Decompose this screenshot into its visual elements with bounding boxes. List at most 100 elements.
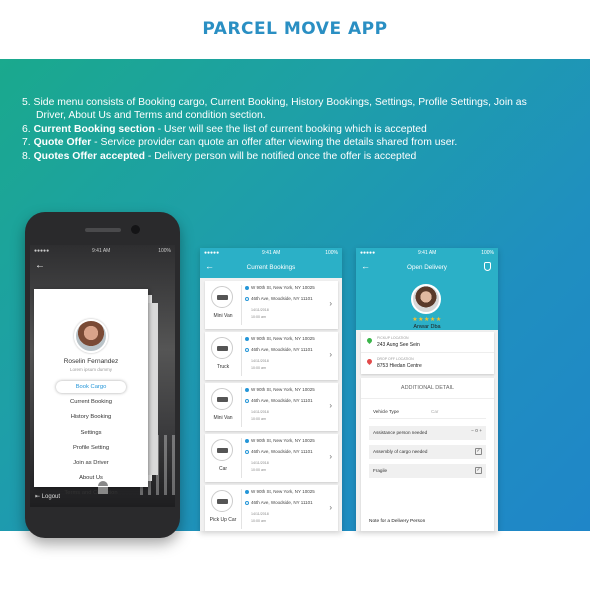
open-delivery-screen: ●●●●● 9:41 AM 100% ← Open Delivery ★★★★★… (356, 248, 498, 531)
dropoff-dot-icon (245, 450, 249, 454)
menu-item-book-cargo[interactable]: Book Cargo (56, 381, 126, 393)
desc-bold: Quotes Offer accepted (33, 150, 146, 162)
truck-icon (211, 337, 233, 359)
menu-item-terms[interactable]: Terms and Condition (56, 487, 126, 499)
avatar[interactable] (74, 319, 108, 353)
desc-line-8: 8. Quotes Offer accepted - Delivery pers… (22, 150, 572, 163)
booking-date: 14/11/2018 (251, 512, 269, 516)
booking-card[interactable]: Truck W 90th St, New York, NY 10025 46th… (205, 332, 338, 380)
van-icon (211, 286, 233, 308)
status-time: 9:41 AM (92, 248, 111, 254)
signal-icon: ●●●●● (360, 250, 376, 256)
vehicle-name: Truck (216, 364, 230, 370)
dropoff-dot-icon (245, 297, 249, 301)
desc-line-7: 7. Quote Offer - Service provider can qu… (22, 136, 572, 149)
location-card: PICKUP LOCATION 243 Aung See Sein DROP O… (361, 332, 494, 374)
app-header: ●●●●● 9:41 AM 100% ← Current Bookings (200, 248, 342, 278)
booking-time: 10:00 am (251, 366, 266, 370)
divider (241, 285, 242, 325)
note-field-label[interactable]: Note for a Delivery Person (369, 519, 425, 524)
from-address: W 90th St, New York, NY 10025 (251, 387, 315, 392)
vehicle-name: Pick Up Car (209, 517, 237, 523)
assembly-checkbox[interactable]: ✓ (475, 448, 482, 455)
assembly-field: Assembly of cargo needed ✓ (369, 445, 486, 459)
page-title: PARCEL MOVE APP (202, 19, 388, 39)
booking-time: 10:00 am (251, 519, 266, 523)
to-address: 46th Ave, Woodside, NY 11101 (251, 347, 313, 352)
booking-card[interactable]: Mini Van W 90th St, New York, NY 10025 4… (205, 383, 338, 431)
dropoff-dot-icon (245, 399, 249, 403)
pickup-dot-icon (245, 286, 249, 290)
assistance-field: Assistance person needed − 0 + (369, 426, 486, 440)
desc-bold: Quote Offer (33, 137, 92, 149)
from-address: W 90th St, New York, NY 10025 (251, 489, 315, 494)
vehicle-name: Car (218, 466, 228, 472)
logout-button[interactable]: ⇤ Logout (35, 493, 60, 500)
booking-date: 14/11/2018 (251, 461, 269, 465)
menu-item-settings[interactable]: Settings (56, 427, 126, 439)
feature-description: 5. Side menu consists of Booking cargo, … (22, 96, 572, 163)
from-address: W 90th St, New York, NY 10025 (251, 438, 315, 443)
field-label: Assistance person needed (373, 430, 428, 435)
booking-card[interactable]: Mini Van W 90th St, New York, NY 10025 4… (205, 281, 338, 329)
phone-camera (131, 225, 140, 234)
section-title: ADDITIONAL DETAIL (400, 385, 455, 391)
dropoff-dot-icon (245, 501, 249, 505)
from-address: W 90th St, New York, NY 10025 (251, 285, 315, 290)
desc-rest: - Service provider can quote an offer af… (91, 137, 458, 149)
android-logo-icon (98, 481, 108, 495)
divider (241, 438, 242, 478)
vehicle-type-field[interactable]: Vehicle Type Car (369, 405, 486, 419)
battery-indicator: 100% (325, 250, 338, 256)
menu-item-profile-setting[interactable]: Profile Setting (56, 442, 126, 454)
car-icon (211, 439, 233, 461)
chevron-right-icon: › (329, 401, 332, 410)
chevron-right-icon: › (329, 299, 332, 308)
vehicle-name: Mini Van (213, 415, 233, 421)
back-arrow-icon[interactable]: ← (35, 260, 45, 271)
booking-date: 14/11/2018 (251, 308, 269, 312)
desc-num: 7. (22, 137, 34, 149)
phone-speaker (85, 228, 121, 232)
chevron-right-icon: › (329, 452, 332, 461)
side-menu-screen: ●●●●● 9:41 AM 100% ← Roselin Fernandez L… (30, 245, 175, 507)
booking-card[interactable]: Car W 90th St, New York, NY 10025 46th A… (205, 434, 338, 482)
divider (241, 489, 242, 529)
battery-indicator: 100% (158, 248, 171, 254)
driver-avatar[interactable] (411, 284, 441, 314)
badge-icon[interactable] (484, 262, 491, 271)
side-menu-card: Roselin Fernandez Lorem ipsum dummy Book… (34, 289, 148, 496)
pickup-value: 243 Aung See Sein (377, 342, 420, 348)
android-phone-mockup: ●●●●● 9:41 AM 100% ← Roselin Fernandez L… (25, 212, 180, 538)
pickup-dot-icon (245, 337, 249, 341)
divider (361, 352, 494, 353)
stacked-card (148, 303, 158, 475)
app-header: ●●●●● 9:41 AM 100% ← Open Delivery (356, 248, 498, 278)
pickup-pin-icon (365, 336, 374, 345)
chevron-right-icon: › (329, 350, 332, 359)
fragile-checkbox[interactable]: ✓ (475, 467, 482, 474)
quantity-stepper[interactable]: − 0 + (471, 429, 482, 434)
field-label: Fragile (373, 468, 388, 473)
vehicle-name: Mini Van (213, 313, 233, 319)
logout-label: Logout (41, 494, 61, 500)
battery-indicator: 100% (481, 250, 494, 256)
booking-card[interactable]: Pick Up Car W 90th St, New York, NY 1002… (205, 485, 338, 531)
field-value: Car (431, 409, 439, 414)
menu-item-history-booking[interactable]: History Booking (56, 411, 126, 423)
field-label: Vehicle Type (373, 409, 399, 414)
user-name: Roselin Fernandez (63, 358, 119, 365)
menu-item-current-booking[interactable]: Current Booking (56, 396, 126, 408)
status-bar: ●●●●● 9:41 AM 100% (30, 247, 175, 257)
menu-item-about-us[interactable]: About Us (56, 472, 126, 484)
to-address: 46th Ave, Woodside, NY 11101 (251, 296, 313, 301)
pickup-truck-icon (211, 490, 233, 512)
to-address: 46th Ave, Woodside, NY 11101 (251, 398, 313, 403)
desc-line-5a: 5. Side menu consists of Booking cargo, … (22, 97, 527, 108)
field-label: Assembly of cargo needed (373, 449, 428, 454)
signal-icon: ●●●●● (204, 250, 220, 256)
rating-stars-icon: ★★★★★ (412, 317, 442, 323)
menu-item-join-as-driver[interactable]: Join as Driver (56, 457, 126, 469)
screen-title: Current Bookings (246, 264, 296, 271)
van-icon (211, 388, 233, 410)
